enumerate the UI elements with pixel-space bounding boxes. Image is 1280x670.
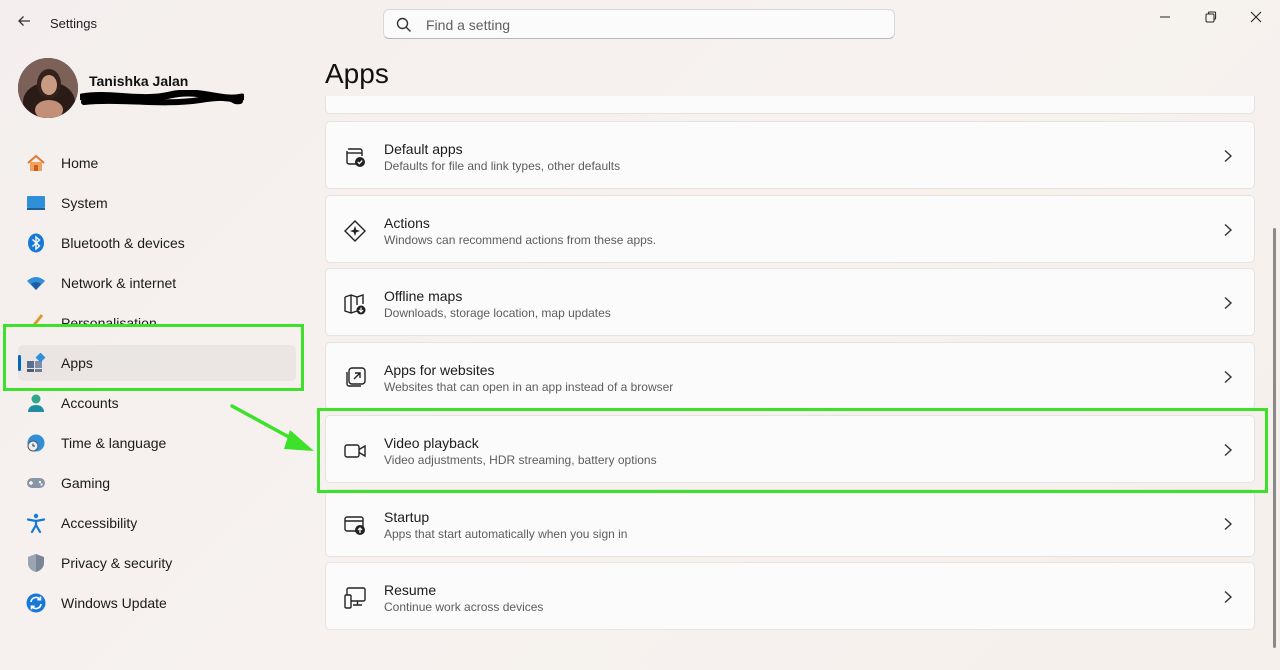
clock-globe-icon: [27, 434, 45, 452]
accessibility-icon: [26, 513, 46, 533]
gamepad-icon: [27, 478, 45, 488]
person-icon: [28, 394, 44, 412]
card-title: Resume: [384, 582, 437, 598]
avatar-photo-icon: [18, 58, 78, 118]
sidebar-item-label: Home: [61, 155, 99, 171]
sidebar-item-label: Accessibility: [61, 515, 138, 531]
sidebar-item-network[interactable]: Network & internet: [18, 265, 296, 301]
sidebar-item-home[interactable]: Home: [18, 145, 296, 181]
sidebar-item-label: System: [61, 195, 108, 211]
sidebar-item-accessibility[interactable]: Accessibility: [18, 505, 296, 541]
sidebar-item-windows-update[interactable]: Windows Update: [18, 585, 296, 621]
card-subtitle: Windows can recommend actions from these…: [384, 233, 657, 247]
search-input[interactable]: [424, 14, 868, 36]
chevron-right-icon: [1224, 223, 1233, 237]
minimize-icon: [1160, 16, 1170, 18]
card-subtitle: Websites that can open in an app instead…: [384, 380, 674, 394]
sidebar-item-label: Bluetooth & devices: [61, 235, 185, 251]
minimize-button[interactable]: [1142, 2, 1188, 32]
update-icon: [26, 593, 46, 613]
shield-icon: [28, 554, 44, 572]
sidebar-item-system[interactable]: System: [18, 185, 296, 221]
devices-icon: [344, 587, 366, 609]
startup-icon: [344, 516, 365, 535]
card-apps-for-websites[interactable]: Apps for websites Websites that can open…: [325, 342, 1255, 410]
card-title: Apps for websites: [384, 362, 495, 378]
sidebar-item-label: Accounts: [61, 395, 119, 411]
sidebar-item-gaming[interactable]: Gaming: [18, 465, 296, 501]
annotation-arrow-icon: [230, 404, 314, 451]
wifi-icon: [27, 277, 45, 290]
annotation-highlight-apps: [3, 324, 304, 391]
home-icon: [27, 154, 45, 171]
card-title: Actions: [384, 215, 430, 231]
page-title: Apps: [325, 58, 389, 89]
sidebar-item-label: Gaming: [61, 475, 111, 491]
card-title: Startup: [384, 509, 430, 525]
sidebar-item-label: Privacy & security: [61, 555, 173, 571]
app-title: Settings: [50, 16, 97, 31]
open-external-icon: [346, 367, 366, 387]
sidebar-item-privacy[interactable]: Privacy & security: [18, 545, 296, 581]
chevron-right-icon: [1224, 590, 1233, 604]
card-subtitle: Continue work across devices: [384, 600, 544, 614]
sidebar-item-label: Network & internet: [61, 275, 177, 291]
chevron-right-icon: [1224, 370, 1233, 384]
bluetooth-icon: [28, 233, 44, 253]
card-title: Offline maps: [384, 288, 463, 304]
sidebar-item-bluetooth[interactable]: Bluetooth & devices: [18, 225, 296, 261]
profile-name: Tanishka Jalan: [89, 73, 189, 89]
chevron-right-icon: [1224, 517, 1233, 531]
sidebar-item-label: Windows Update: [61, 595, 167, 611]
sidebar-item-label: Time & language: [61, 435, 167, 451]
redaction-scribble: [80, 90, 244, 106]
card-subtitle: Apps that start automatically when you s…: [384, 527, 628, 541]
chevron-right-icon: [1224, 149, 1233, 163]
card-resume[interactable]: Resume Continue work across devices: [325, 562, 1255, 630]
restore-icon: [1205, 11, 1217, 23]
partial-card: [325, 96, 1255, 114]
card-subtitle: Defaults for file and link types, other …: [384, 159, 621, 173]
card-startup[interactable]: Startup Apps that start automatically wh…: [325, 489, 1255, 557]
avatar[interactable]: [18, 58, 78, 118]
card-offline-maps[interactable]: Offline maps Downloads, storage location…: [325, 268, 1255, 336]
close-button[interactable]: [1233, 2, 1279, 32]
close-icon: [1250, 11, 1262, 23]
search-box[interactable]: [383, 9, 895, 39]
actions-icon: [344, 220, 366, 242]
card-default-apps[interactable]: Default apps Defaults for file and link …: [325, 121, 1255, 189]
card-title: Default apps: [384, 141, 463, 157]
annotation-highlight-video-playback: [317, 408, 1268, 493]
system-icon: [27, 196, 45, 210]
chevron-right-icon: [1224, 296, 1233, 310]
title-bar: Settings: [0, 0, 1280, 48]
scrollbar-thumb[interactable]: [1273, 228, 1276, 648]
card-subtitle: Downloads, storage location, map updates: [384, 306, 611, 320]
default-apps-icon: [346, 148, 365, 167]
back-arrow-icon[interactable]: [14, 12, 34, 36]
card-actions[interactable]: Actions Windows can recommend actions fr…: [325, 195, 1255, 263]
map-icon: [344, 294, 366, 315]
search-icon: [396, 17, 411, 32]
restore-button[interactable]: [1188, 2, 1234, 32]
